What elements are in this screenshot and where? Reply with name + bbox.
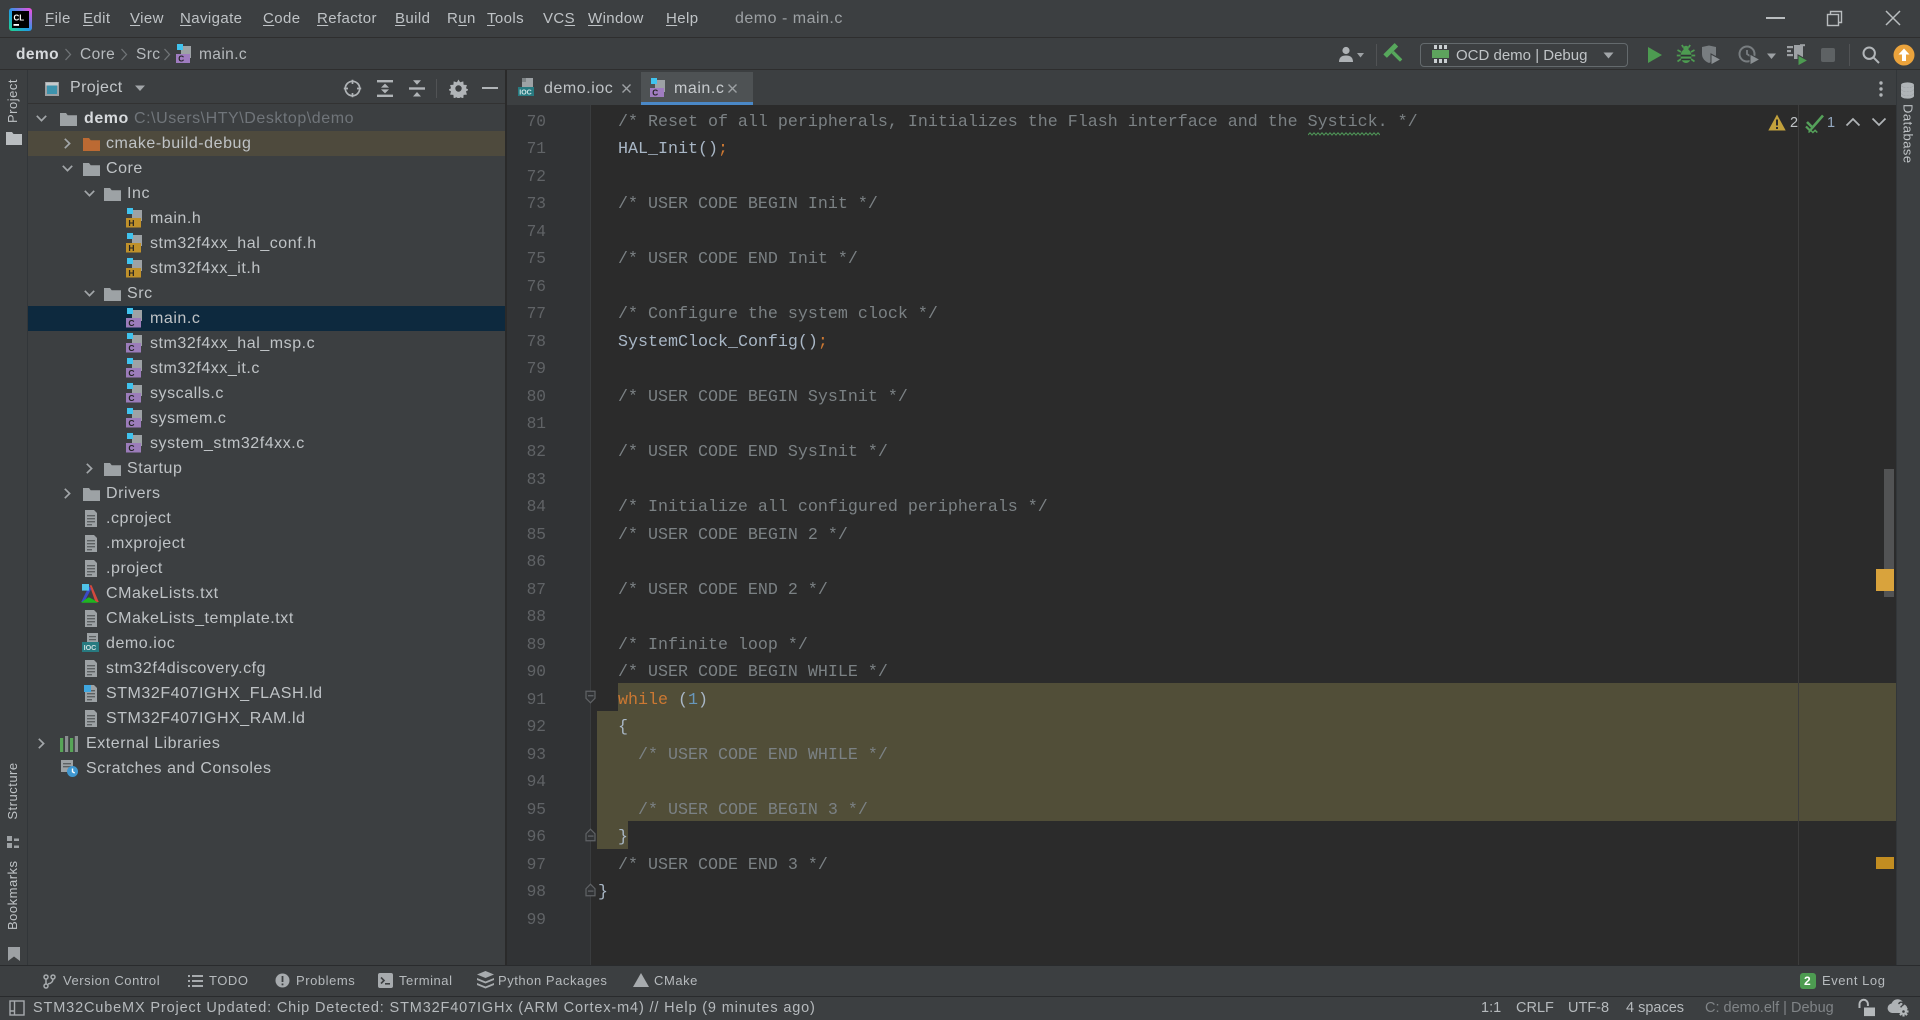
svg-text:C: C [178, 54, 184, 63]
svg-text:C: C [128, 393, 134, 403]
svg-text:IOC: IOC [519, 89, 531, 96]
svg-text:C: C [652, 88, 658, 97]
svg-text:IOC: IOC [84, 643, 97, 652]
svg-text:C: C [128, 418, 134, 428]
svg-text:H: H [128, 218, 134, 228]
svg-text:H: H [128, 268, 134, 278]
svg-text:C: C [128, 343, 134, 353]
svg-text:H: H [128, 243, 134, 253]
svg-text:CL: CL [14, 14, 25, 23]
svg-text:C: C [128, 318, 134, 328]
svg-text:C: C [128, 443, 134, 453]
svg-text:C: C [128, 368, 134, 378]
